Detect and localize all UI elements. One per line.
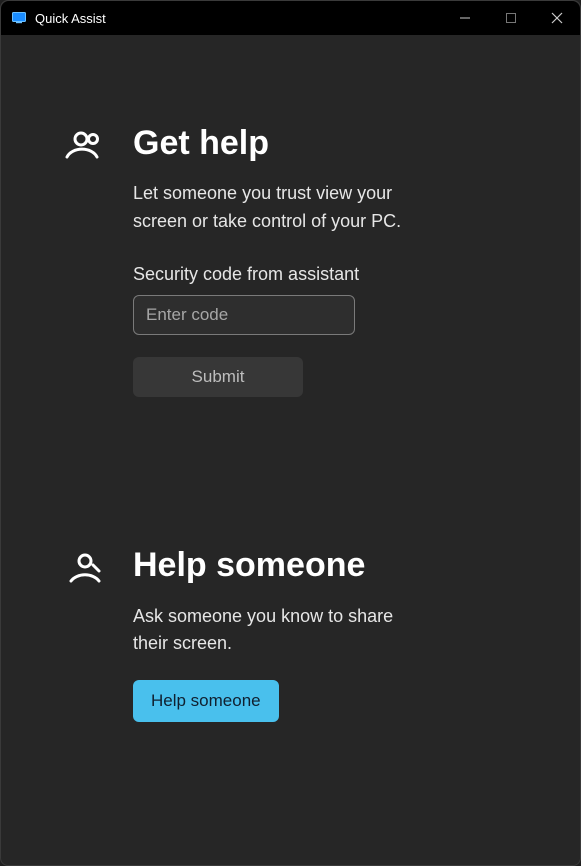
security-code-label: Security code from assistant	[133, 264, 520, 285]
window-controls	[442, 1, 580, 35]
minimize-button[interactable]	[442, 1, 488, 35]
close-button[interactable]	[534, 1, 580, 35]
help-someone-description: Ask someone you know to share their scre…	[133, 603, 413, 659]
help-someone-body: Help someone Ask someone you know to sha…	[133, 547, 520, 722]
security-code-input[interactable]	[133, 295, 355, 335]
submit-button[interactable]: Submit	[133, 357, 303, 397]
get-help-heading: Get help	[133, 125, 520, 162]
get-help-body: Get help Let someone you trust view your…	[133, 125, 520, 397]
help-someone-button[interactable]: Help someone	[133, 680, 279, 722]
app-title: Quick Assist	[35, 11, 106, 26]
get-help-section: Get help Let someone you trust view your…	[61, 125, 520, 397]
app-window: Quick Assist	[0, 0, 581, 866]
maximize-button[interactable]	[488, 1, 534, 35]
help-someone-section: Help someone Ask someone you know to sha…	[61, 547, 520, 722]
app-icon	[11, 10, 27, 26]
titlebar: Quick Assist	[1, 1, 580, 35]
titlebar-left: Quick Assist	[1, 10, 106, 26]
help-someone-heading: Help someone	[133, 547, 520, 584]
get-help-description: Let someone you trust view your screen o…	[133, 180, 413, 236]
get-help-icon	[61, 125, 109, 397]
content-area: Get help Let someone you trust view your…	[1, 35, 580, 865]
help-someone-icon	[61, 547, 109, 722]
